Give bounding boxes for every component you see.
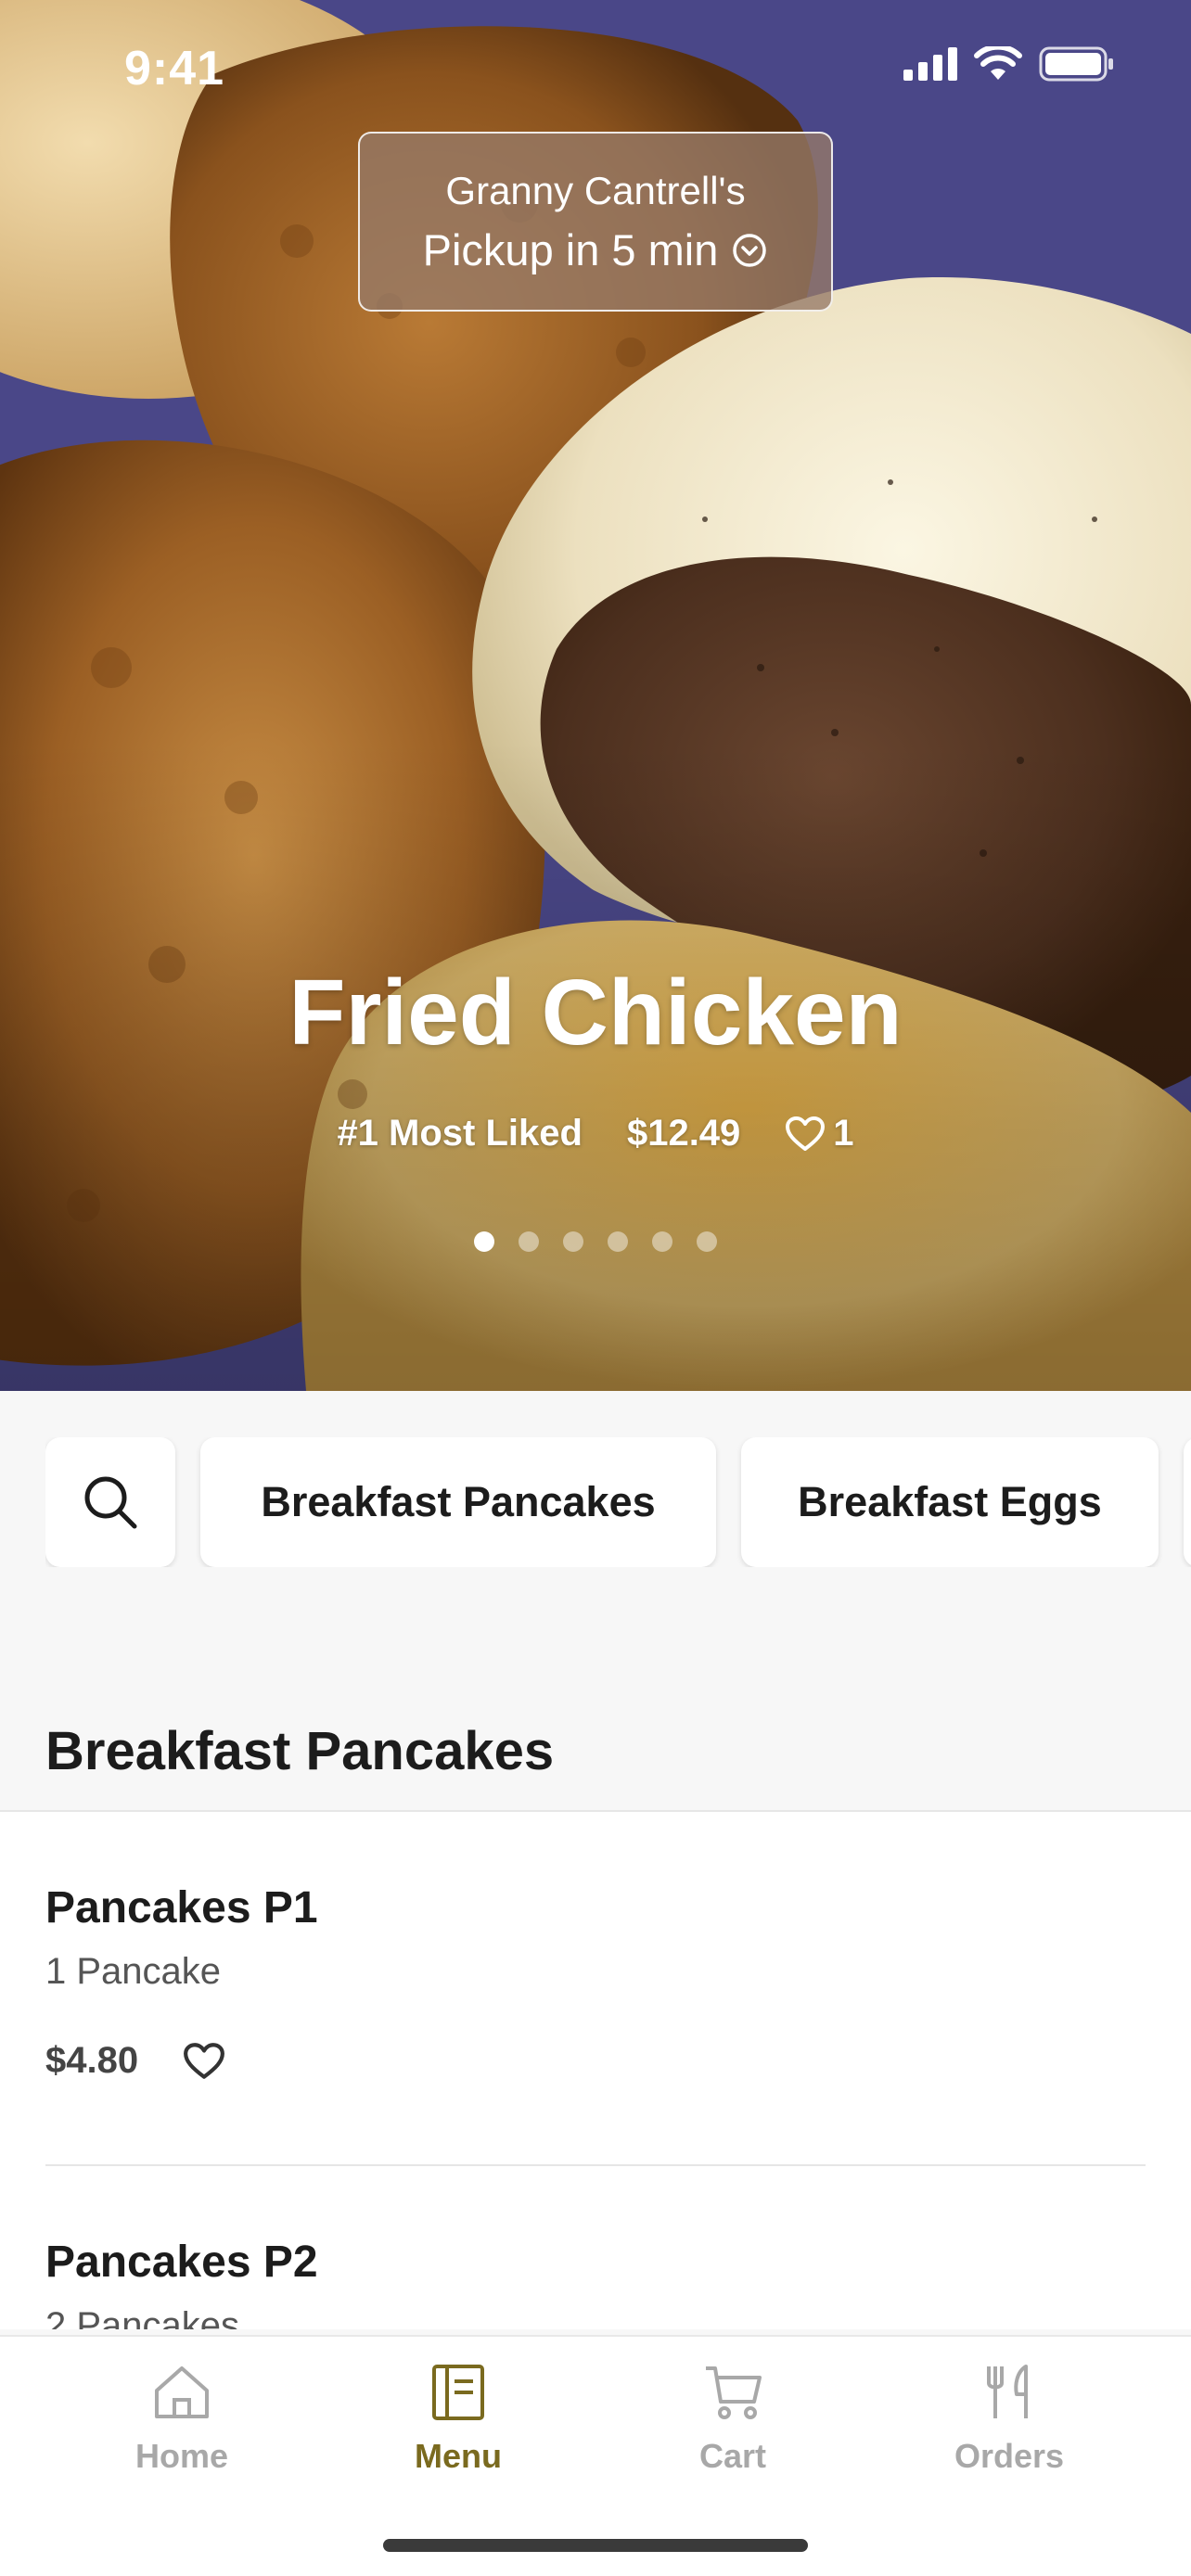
tab-label: Orders bbox=[954, 2437, 1065, 2475]
menu-item-list: Pancakes P1 1 Pancake $4.80 Pancakes P2 … bbox=[0, 1810, 1191, 2329]
category-chips: Breakfast Pancakes Breakfast Eggs bbox=[45, 1437, 1191, 1567]
chevron-down-circle-icon bbox=[733, 233, 767, 267]
item-price-row: $4.80 bbox=[45, 2040, 225, 2082]
carousel-dot[interactable] bbox=[563, 1231, 583, 1252]
carousel-dot[interactable] bbox=[474, 1231, 494, 1252]
featured-item-meta: #1 Most Liked $12.49 1 bbox=[0, 1113, 1191, 1154]
tab-menu[interactable]: Menu bbox=[365, 2363, 551, 2476]
pickup-time: Pickup in 5 min bbox=[422, 225, 719, 274]
search-button[interactable] bbox=[45, 1437, 175, 1567]
item-name: Pancakes P1 bbox=[45, 1883, 318, 1932]
heart-icon bbox=[786, 1116, 826, 1151]
carousel-dot[interactable] bbox=[519, 1231, 539, 1252]
carousel-dot[interactable] bbox=[608, 1231, 628, 1252]
featured-badge: #1 Most Liked bbox=[337, 1113, 583, 1154]
battery-icon bbox=[1039, 46, 1113, 82]
pickup-row: Pickup in 5 min bbox=[360, 224, 831, 275]
menu-icon bbox=[432, 2365, 484, 2420]
hero-banner[interactable]: 9:41 Granny Cantrell's Pickup in 5 min F… bbox=[0, 0, 1191, 1391]
item-description: 1 Pancake bbox=[45, 1951, 222, 1992]
store-pickup-selector[interactable]: Granny Cantrell's Pickup in 5 min bbox=[358, 132, 833, 312]
list-item[interactable]: Pancakes P1 1 Pancake $4.80 bbox=[45, 1812, 1146, 2164]
utensils-icon bbox=[987, 2365, 1028, 2418]
hero-gradient-overlay bbox=[0, 742, 1191, 1391]
section-title: Breakfast Pancakes bbox=[45, 1721, 555, 1781]
item-name: Pancakes P2 bbox=[45, 2238, 318, 2287]
tab-label: Menu bbox=[415, 2437, 502, 2475]
category-chip-breakfast-eggs[interactable]: Breakfast Eggs bbox=[741, 1437, 1159, 1567]
tab-label: Home bbox=[134, 2437, 229, 2475]
carousel-dot[interactable] bbox=[697, 1231, 717, 1252]
carousel-dots[interactable] bbox=[0, 1231, 1191, 1252]
wifi-icon bbox=[974, 46, 1022, 80]
list-item[interactable]: Pancakes P2 2 Pancakes bbox=[45, 2164, 1146, 2329]
home-icon bbox=[155, 2366, 209, 2418]
tab-home[interactable]: Home bbox=[89, 2363, 275, 2476]
store-name: Granny Cantrell's bbox=[445, 169, 746, 212]
featured-like-count: 1 bbox=[833, 1113, 854, 1154]
status-icons bbox=[903, 46, 1115, 82]
tab-orders[interactable]: Orders bbox=[916, 2363, 1102, 2476]
featured-item-title: Fried Chicken bbox=[288, 961, 903, 1065]
carousel-dot[interactable] bbox=[652, 1231, 672, 1252]
status-time: 9:41 bbox=[124, 42, 225, 96]
tab-label: Cart bbox=[698, 2437, 767, 2475]
cellular-signal-icon bbox=[903, 47, 957, 81]
item-description: 2 Pancakes bbox=[45, 2305, 240, 2329]
cart-icon bbox=[706, 2366, 762, 2419]
search-icon bbox=[84, 1476, 137, 1529]
category-chip-more[interactable] bbox=[1184, 1437, 1191, 1567]
featured-price: $12.49 bbox=[626, 1113, 741, 1154]
heart-icon[interactable] bbox=[183, 2042, 225, 2081]
item-price: $4.80 bbox=[45, 2040, 139, 2081]
featured-like-button[interactable]: 1 bbox=[785, 1113, 854, 1154]
home-indicator[interactable] bbox=[383, 2539, 808, 2552]
tab-cart[interactable]: Cart bbox=[640, 2363, 826, 2476]
category-chip-breakfast-pancakes[interactable]: Breakfast Pancakes bbox=[200, 1437, 716, 1567]
